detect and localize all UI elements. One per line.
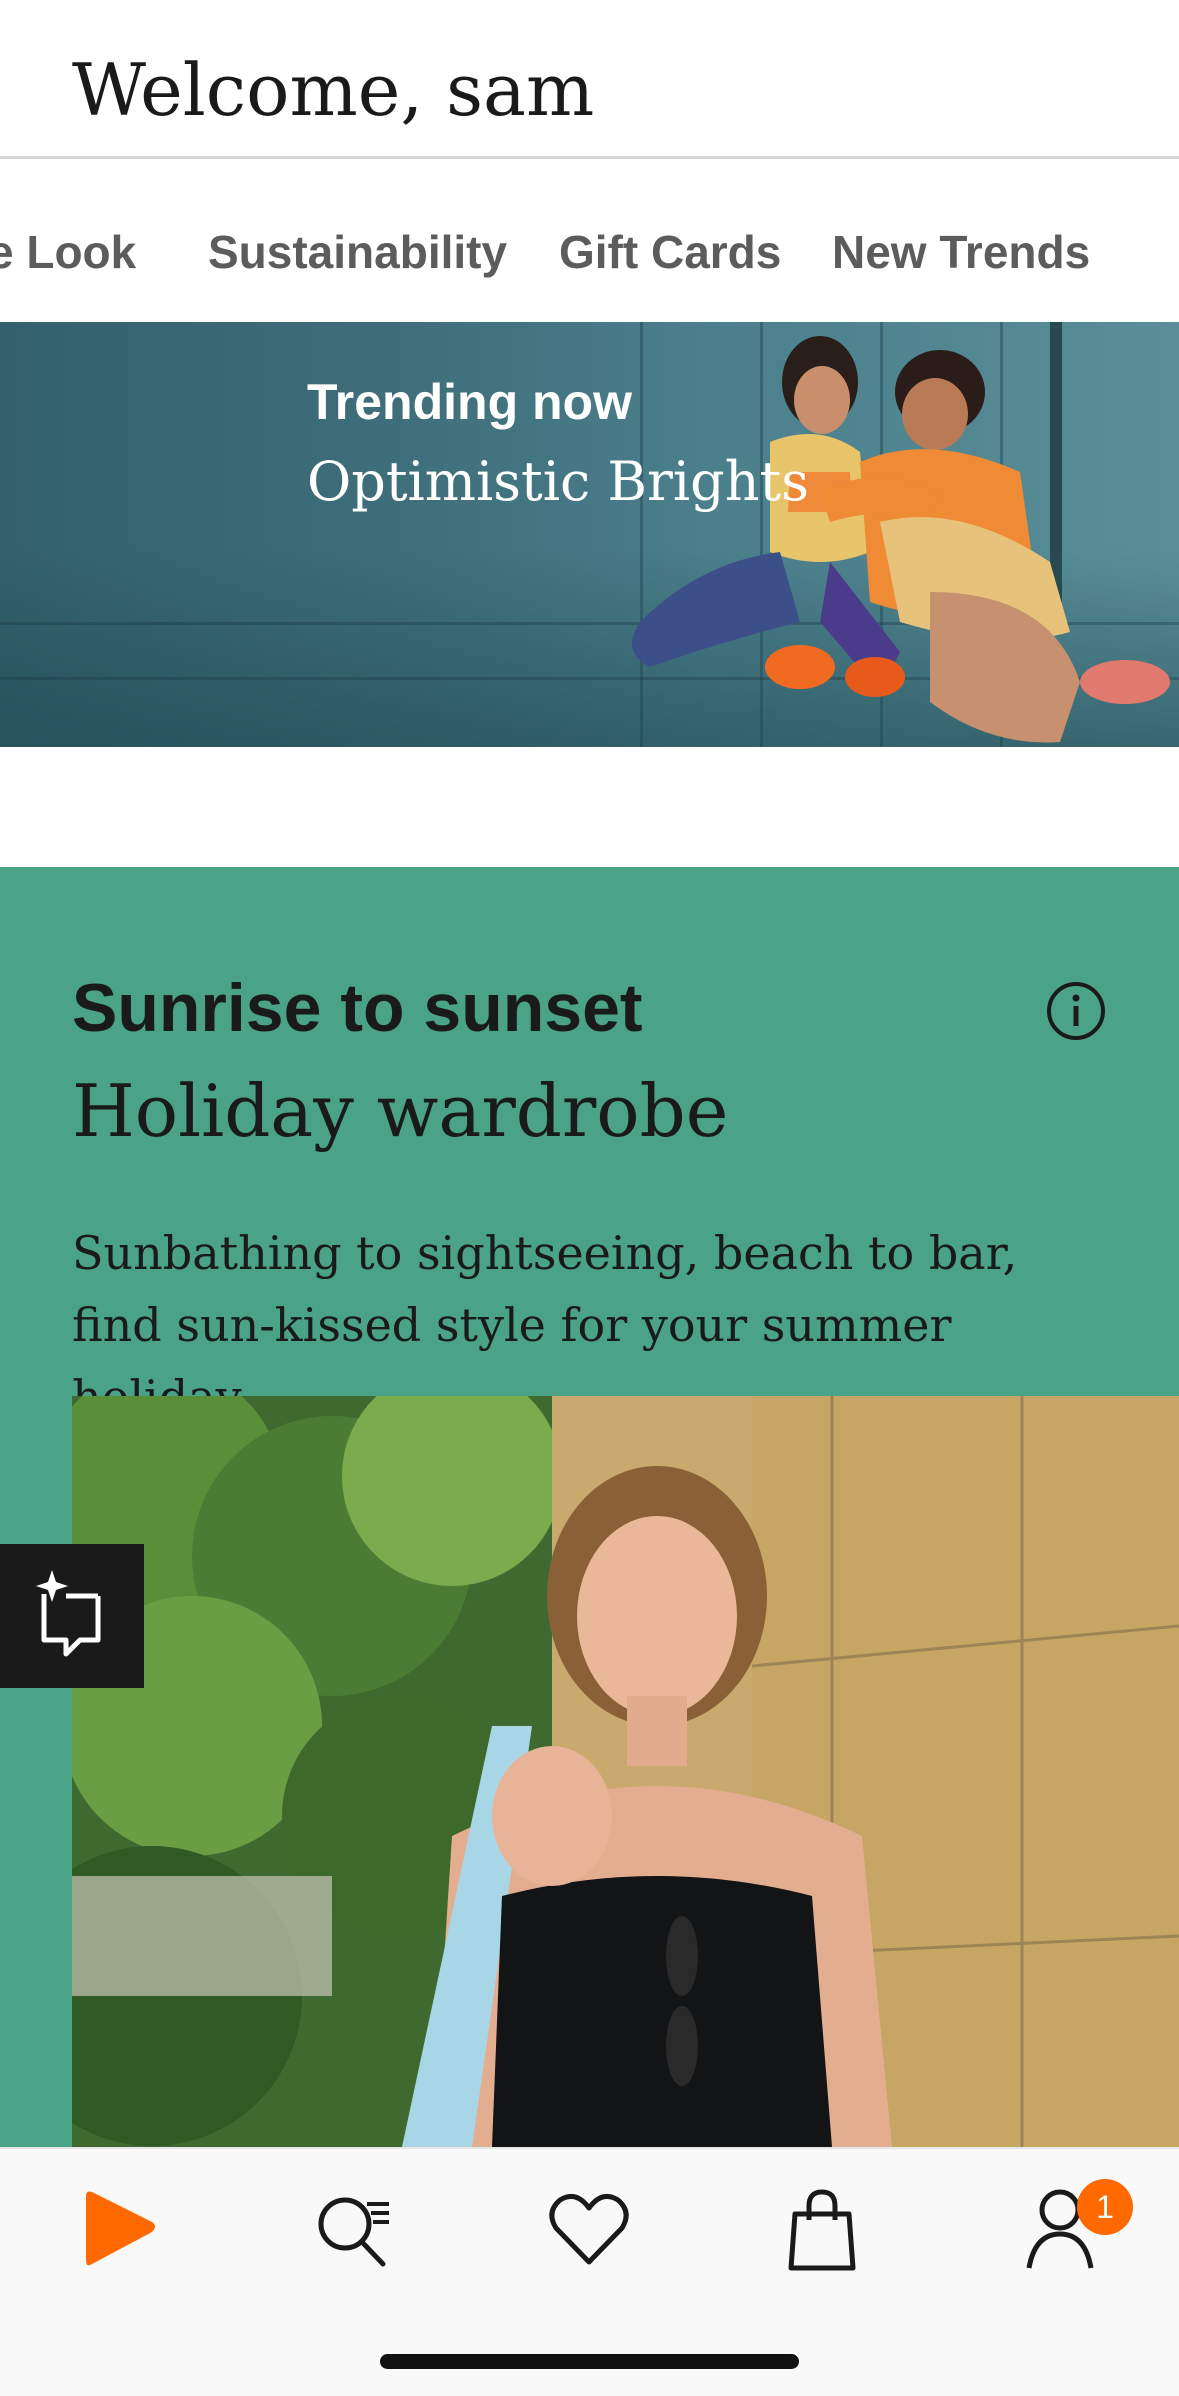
nav-item-gift-cards[interactable]: Gift Cards xyxy=(559,225,781,279)
home-indicator[interactable] xyxy=(380,2354,799,2369)
holiday-wardrobe-photo[interactable] xyxy=(72,1396,1179,2147)
trending-banner[interactable]: Trending now Optimistic Brights xyxy=(0,322,1179,747)
hero-title: Optimistic Brights xyxy=(307,450,809,513)
woman-photo xyxy=(72,1396,1179,2147)
app-header: Welcome, sam xyxy=(0,0,1179,159)
nav-item-shop-the-look[interactable]: e Look xyxy=(0,225,136,279)
promo-kicker: Sunrise to sunset xyxy=(72,970,643,1046)
info-icon[interactable] xyxy=(1046,981,1106,1041)
welcome-title: Welcome, sam xyxy=(72,48,595,132)
search-icon[interactable] xyxy=(309,2184,399,2274)
promo-title: Holiday wardrobe xyxy=(72,1069,729,1153)
try-on-tab[interactable] xyxy=(0,1544,144,1688)
bottom-tab-bar: 1 xyxy=(0,2147,1179,2396)
heart-icon[interactable] xyxy=(544,2184,634,2274)
category-nav[interactable]: e Look Sustainability Gift Cards New Tre… xyxy=(0,159,1179,322)
profile-notification-badge: 1 xyxy=(1077,2179,1133,2235)
sparkle-frame-icon xyxy=(36,1570,101,1657)
nav-item-new-trends[interactable]: New Trends xyxy=(832,225,1090,279)
nav-item-sustainability[interactable]: Sustainability xyxy=(208,225,507,279)
bag-icon[interactable] xyxy=(777,2184,867,2274)
hero-kicker: Trending now xyxy=(307,374,632,430)
home-logo-icon[interactable] xyxy=(72,2184,162,2274)
